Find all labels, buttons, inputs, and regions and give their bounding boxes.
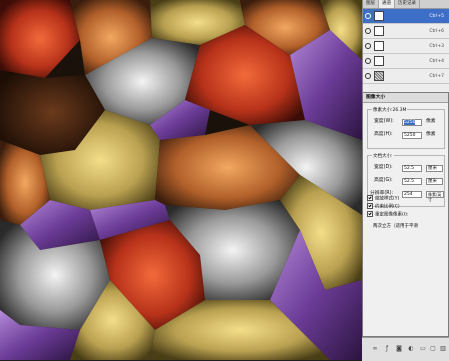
layer-shortcut: Ctrl+7 bbox=[429, 73, 444, 79]
panel-tabs: 图层 通道 历史记录 bbox=[363, 0, 449, 9]
width-label: 宽度(W): bbox=[374, 119, 394, 124]
tab-layers[interactable]: 图层 bbox=[363, 0, 379, 8]
layer-shortcut: Ctrl+4 bbox=[429, 58, 444, 64]
checkbox-label: 缩放样式(Y) bbox=[375, 196, 400, 202]
pixel-width-unit[interactable]: 像素 bbox=[426, 118, 436, 126]
layer-row[interactable]: Ctrl+3 bbox=[363, 39, 449, 54]
layer-row[interactable]: Ctrl+6 bbox=[363, 24, 449, 39]
image-size-dialog: 图像大小 像素大小:26.3M 宽度(W): 5250 像素 高度(H): 52… bbox=[362, 92, 449, 337]
eye-icon[interactable] bbox=[365, 43, 371, 49]
pixel-width-input[interactable]: 5250 bbox=[402, 119, 422, 126]
document-canvas[interactable] bbox=[0, 0, 362, 360]
eye-icon[interactable] bbox=[365, 73, 371, 79]
panel-bottom-bar: ∞ ƒ ◙ ◐ ▭ ▢ ▥ bbox=[362, 337, 449, 361]
checkbox-label: 约束比例(C) bbox=[375, 204, 400, 210]
dialog-title: 图像大小 bbox=[363, 93, 448, 103]
height-label: 高度(H): bbox=[374, 132, 393, 137]
doc-height-input[interactable]: 52.5 bbox=[402, 178, 422, 185]
layer-thumbnail bbox=[374, 71, 384, 81]
pixel-dimensions-group: 像素大小:26.3M 宽度(W): 5250 像素 高度(H): 5250 像素 bbox=[367, 107, 445, 149]
tab-channels[interactable]: 通道 bbox=[379, 0, 395, 8]
doc-height-unit-select[interactable]: 厘米 bbox=[426, 178, 443, 185]
checkbox-checked-icon bbox=[367, 203, 373, 209]
doc-width-input[interactable]: 52.5 bbox=[402, 165, 422, 172]
resample-image-checkbox[interactable]: 重定图像像素(I): bbox=[367, 211, 408, 218]
checkbox-checked-icon bbox=[367, 211, 373, 217]
doc-width-unit-select[interactable]: 厘米 bbox=[426, 165, 443, 172]
mask-icon[interactable]: ◙ bbox=[396, 346, 402, 352]
eye-icon[interactable] bbox=[365, 13, 371, 19]
tile-shapes bbox=[0, 0, 362, 360]
pixel-height-input[interactable]: 5250 bbox=[402, 132, 422, 139]
checkbox-checked-icon bbox=[367, 195, 373, 201]
resolution-unit-select[interactable]: 像素/英寸 bbox=[426, 191, 444, 202]
tab-history[interactable]: 历史记录 bbox=[395, 0, 420, 8]
checkbox-label: 重定图像像素(I): bbox=[375, 212, 409, 218]
layer-thumbnail bbox=[374, 11, 384, 21]
pixel-height-unit[interactable]: 像素 bbox=[426, 131, 436, 139]
doc-width-label: 宽度(D): bbox=[374, 165, 393, 170]
new-layer-icon[interactable]: ▢ bbox=[430, 346, 436, 352]
link-icon[interactable]: ∞ bbox=[372, 346, 378, 352]
interpolation-select[interactable]: 两次立方（适用于平滑 bbox=[373, 223, 418, 229]
folder-icon[interactable]: ▭ bbox=[420, 346, 426, 352]
layer-thumbnail bbox=[374, 56, 384, 66]
fx-icon[interactable]: ƒ bbox=[384, 346, 390, 352]
layer-thumbnail bbox=[374, 41, 384, 51]
layer-shortcut: Ctrl+5 bbox=[429, 13, 444, 19]
layer-shortcut: Ctrl+6 bbox=[429, 28, 444, 34]
trash-icon[interactable]: ▥ bbox=[440, 346, 446, 352]
layer-row[interactable]: Ctrl+7 bbox=[363, 69, 449, 84]
layer-thumbnail bbox=[374, 26, 384, 36]
eye-icon[interactable] bbox=[365, 28, 371, 34]
eye-icon[interactable] bbox=[365, 58, 371, 64]
adjustment-icon[interactable]: ◐ bbox=[408, 346, 414, 352]
resolution-input[interactable]: 254 bbox=[402, 191, 422, 198]
scale-styles-checkbox[interactable]: 缩放样式(Y) bbox=[367, 195, 399, 202]
layer-row[interactable]: Ctrl+4 bbox=[363, 54, 449, 69]
pixel-group-title: 像素大小:26.3M bbox=[372, 107, 408, 113]
layer-row[interactable]: Ctrl+5 bbox=[363, 9, 449, 24]
constrain-proportions-checkbox[interactable]: 约束比例(C) bbox=[367, 203, 400, 210]
layer-shortcut: Ctrl+3 bbox=[429, 43, 444, 49]
doc-group-title: 文档大小: bbox=[372, 153, 394, 159]
doc-height-label: 高度(G): bbox=[374, 178, 393, 183]
